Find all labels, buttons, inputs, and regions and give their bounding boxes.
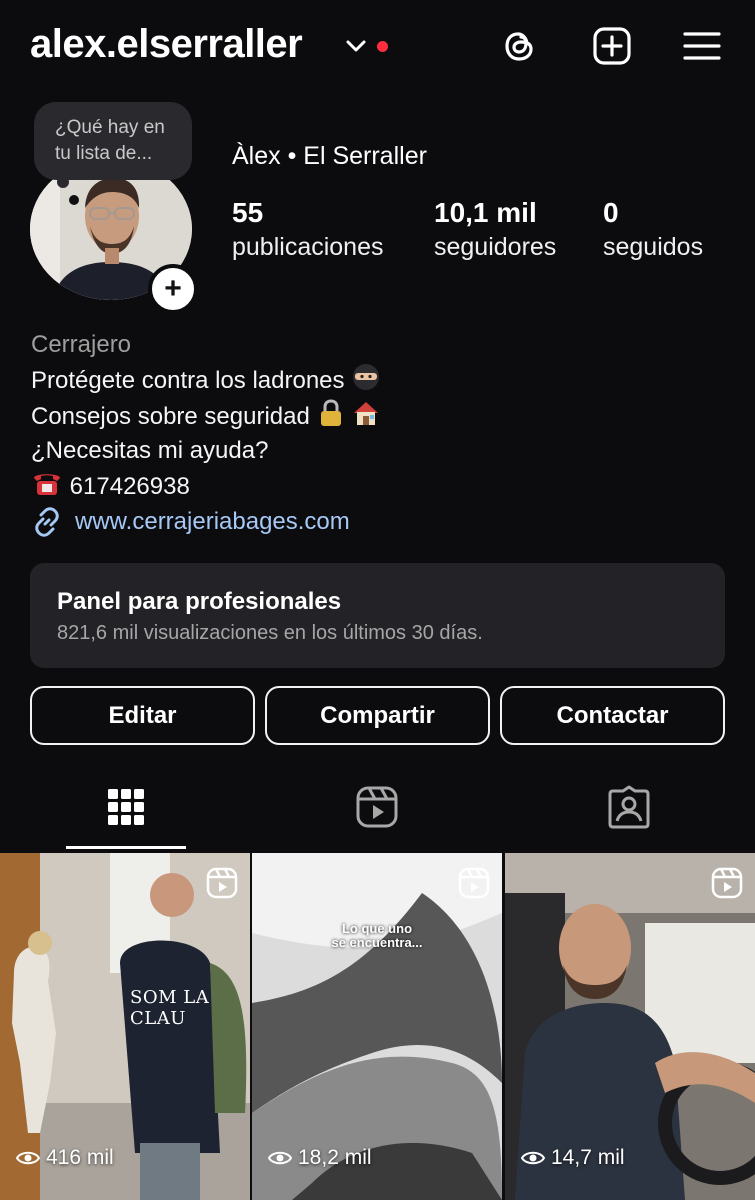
active-tab-indicator	[66, 846, 186, 849]
reel-badge-icon	[458, 867, 490, 899]
grid-icon	[108, 789, 144, 825]
profile-username[interactable]: alex.elserraller	[30, 22, 303, 67]
bio-phone[interactable]: 617426938	[70, 473, 190, 500]
post-views: 18,2 mil	[298, 1146, 372, 1169]
stat-label: seguidos	[603, 233, 704, 261]
post-view-count: 18,2 mil	[268, 1146, 372, 1170]
tab-reels[interactable]	[355, 785, 399, 835]
stat-value: 10,1 mil	[434, 197, 537, 228]
tab-posts-grid[interactable]	[104, 785, 148, 835]
post-view-count: 416 mil	[16, 1146, 114, 1170]
professional-dashboard-panel[interactable]: Panel para profesionales 821,6 mil visua…	[30, 563, 725, 668]
eye-icon	[16, 1151, 40, 1165]
link-icon	[35, 507, 59, 537]
stat-value: 55	[232, 197, 264, 228]
menu-icon[interactable]	[682, 26, 722, 66]
eye-icon	[268, 1151, 292, 1165]
reel-badge-icon	[711, 867, 743, 899]
bio-link[interactable]: www.cerrajeriabages.com	[31, 506, 350, 538]
post-overlay-text: se encuentra...	[331, 935, 423, 950]
contact-button[interactable]: Contactar	[500, 686, 725, 745]
ninja-emoji-icon	[353, 364, 380, 390]
top-bar: alex.elserraller	[0, 0, 755, 100]
post-tile[interactable]: SOM LA CLAU 416 mil	[0, 853, 250, 1200]
notification-dot	[377, 41, 388, 52]
share-profile-button[interactable]: Compartir	[265, 686, 490, 745]
panel-title: Panel para profesionales	[57, 588, 342, 615]
add-story-button[interactable]: +	[148, 264, 198, 314]
bio-link-text[interactable]: www.cerrajeriabages.com	[75, 508, 350, 536]
panel-subtitle: 821,6 mil visualizaciones en los últimos…	[57, 622, 483, 644]
posts-grid: SOM LA CLAU 416 mil Lo que uno se encuen…	[0, 853, 755, 1200]
post-views: 416 mil	[46, 1146, 114, 1169]
eye-icon	[521, 1151, 545, 1165]
bio-line-text: Consejos sobre seguridad	[31, 403, 310, 430]
post-view-count: 14,7 mil	[521, 1146, 625, 1170]
threads-icon[interactable]	[500, 26, 540, 66]
note-bubble-tail-small	[69, 195, 79, 205]
profile-full-name: Àlex • El Serraller	[232, 142, 427, 170]
stat-posts[interactable]: 55 publicaciones	[232, 196, 384, 264]
telephone-emoji-icon	[34, 474, 60, 495]
bio-line-text: ¿Necesitas mi ayuda?	[31, 437, 269, 464]
post-tile[interactable]: Lo que uno se encuentra... 18,2 mil	[252, 853, 502, 1200]
reel-badge-icon	[206, 867, 238, 899]
bio-phone-line: 617426938	[31, 468, 381, 504]
lock-emoji-icon	[320, 399, 341, 426]
house-emoji-icon	[354, 402, 379, 425]
chevron-down-icon[interactable]	[345, 38, 367, 54]
note-bubble[interactable]: ¿Qué hay en tu lista de...	[34, 102, 192, 180]
new-post-icon[interactable]	[592, 26, 632, 66]
note-bubble-tail	[57, 176, 69, 188]
bio-line-text: Protégete contra los ladrones	[31, 367, 345, 394]
tab-tagged[interactable]	[607, 785, 651, 835]
profile-bio: Cerrajero Protégete contra los ladrones …	[31, 328, 381, 504]
bio-category: Cerrajero	[31, 331, 132, 358]
reels-icon	[356, 786, 398, 828]
tagged-icon	[608, 785, 650, 829]
stat-label: seguidores	[434, 233, 557, 261]
bio-line: Consejos sobre seguridad	[31, 398, 381, 434]
stat-value: 0	[603, 197, 619, 228]
post-overlay-text: SOM LA CLAU	[130, 987, 210, 1029]
note-text-line2: tu lista de...	[55, 143, 153, 164]
note-text-line1: ¿Qué hay en	[55, 117, 165, 138]
post-tile[interactable]: 14,7 mil	[505, 853, 755, 1200]
stat-following[interactable]: 0 seguidos	[603, 196, 703, 264]
stat-followers[interactable]: 10,1 mil seguidores	[434, 196, 556, 264]
edit-profile-button[interactable]: Editar	[30, 686, 255, 745]
stat-label: publicaciones	[232, 233, 384, 261]
bio-line: Protégete contra los ladrones	[31, 362, 381, 398]
post-views: 14,7 mil	[551, 1146, 625, 1169]
